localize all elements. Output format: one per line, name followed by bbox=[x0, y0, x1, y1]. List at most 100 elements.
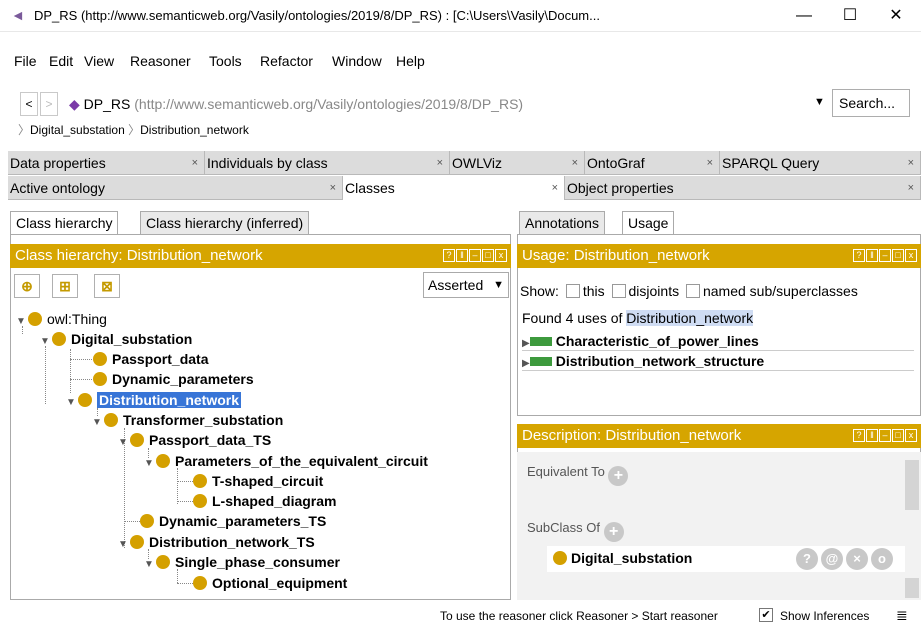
menu-reasoner[interactable]: Reasoner bbox=[130, 53, 191, 69]
expand-triangle-icon[interactable]: ▼ bbox=[118, 434, 130, 452]
class-icon bbox=[78, 393, 92, 407]
tree-node[interactable]: ▼ Passport_data_TS bbox=[118, 431, 271, 449]
tree-node-owl-thing[interactable]: ▼ owl:Thing bbox=[16, 310, 107, 328]
minimize-button[interactable]: — bbox=[781, 0, 827, 32]
tree-node[interactable]: Optional_equipment bbox=[193, 574, 347, 592]
subtab-annotations[interactable]: Annotations bbox=[519, 211, 605, 235]
menu-file[interactable]: File bbox=[14, 53, 37, 69]
subtab-usage[interactable]: Usage bbox=[622, 211, 675, 235]
usage-item[interactable]: ▶ Characteristic_of_power_lines bbox=[522, 331, 914, 351]
back-button[interactable]: < bbox=[20, 92, 38, 116]
breadcrumb-item[interactable]: Distribution_network bbox=[140, 123, 249, 137]
tab-close-icon[interactable]: × bbox=[908, 151, 914, 175]
add-superclass-icon[interactable]: + bbox=[603, 522, 624, 542]
tree-node[interactable]: Dynamic_parameters_TS bbox=[140, 512, 326, 530]
breadcrumb-item[interactable]: Digital_substation bbox=[30, 123, 125, 137]
delete-class-button[interactable]: ⊠ bbox=[94, 274, 120, 298]
maximize-view-icon[interactable]: □ bbox=[892, 429, 904, 442]
close-view-icon[interactable]: x bbox=[905, 249, 917, 262]
tab-owlviz[interactable]: OWLViz × bbox=[450, 151, 585, 175]
expand-triangle-icon[interactable]: ▼ bbox=[144, 556, 156, 574]
menu-tools[interactable]: Tools bbox=[209, 53, 242, 69]
delete-icon[interactable]: × bbox=[846, 548, 868, 570]
tree-node-selected[interactable]: ▼ Distribution_network bbox=[66, 391, 242, 412]
forward-button[interactable]: > bbox=[40, 92, 58, 116]
expand-triangle-icon[interactable]: ▼ bbox=[92, 414, 104, 432]
help-icon[interactable]: ? bbox=[853, 249, 865, 262]
tab-data-properties[interactable]: Data properties × bbox=[8, 151, 205, 175]
class-icon bbox=[130, 535, 144, 549]
expand-triangle-icon[interactable]: ▼ bbox=[118, 536, 130, 554]
menu-edit[interactable]: Edit bbox=[49, 53, 73, 69]
description-scrollbar[interactable] bbox=[905, 460, 919, 510]
subtab-class-hierarchy-inferred[interactable]: Class hierarchy (inferred) bbox=[140, 211, 310, 235]
tab-close-icon[interactable]: × bbox=[707, 151, 713, 175]
tab-close-icon[interactable]: × bbox=[192, 151, 198, 175]
tab-active-ontology[interactable]: Active ontology × bbox=[8, 176, 343, 200]
minimize-view-icon[interactable]: – bbox=[879, 249, 891, 262]
address-dropdown-icon[interactable]: ▼ bbox=[814, 96, 825, 108]
minimize-view-icon[interactable]: – bbox=[469, 249, 481, 262]
maximize-button[interactable]: ☐ bbox=[827, 0, 873, 32]
show-disjoints-checkbox[interactable] bbox=[611, 284, 626, 298]
tab-sparql-query[interactable]: SPARQL Query × bbox=[720, 151, 921, 175]
expand-triangle-icon[interactable]: ▶ bbox=[522, 338, 530, 349]
help-icon[interactable]: ? bbox=[443, 249, 455, 262]
tab-close-icon[interactable]: × bbox=[552, 176, 558, 200]
expand-triangle-icon[interactable]: ▼ bbox=[66, 394, 78, 412]
view-controls: ? ‖ – □ x bbox=[853, 429, 917, 442]
pin-icon[interactable]: ‖ bbox=[866, 249, 878, 262]
class-icon bbox=[130, 433, 144, 447]
tab-object-properties[interactable]: Object properties × bbox=[565, 176, 921, 200]
add-sibling-class-button[interactable]: ⊞ bbox=[52, 274, 78, 298]
tab-close-icon[interactable]: × bbox=[437, 151, 443, 175]
show-named-sub-superclasses-checkbox[interactable] bbox=[685, 284, 700, 298]
tree-node[interactable]: ▼ Parameters_of_the_equivalent_circuit bbox=[144, 452, 428, 470]
tree-node[interactable]: Dynamic_parameters bbox=[93, 370, 254, 388]
close-view-icon[interactable]: x bbox=[905, 429, 917, 442]
annotate-icon[interactable]: @ bbox=[821, 548, 843, 570]
show-inferences-checkbox[interactable]: ✔ bbox=[759, 608, 773, 622]
tree-node[interactable]: ▼ Transformer_substation bbox=[92, 411, 283, 429]
menu-help[interactable]: Help bbox=[396, 53, 425, 69]
tree-node[interactable]: ▼ Distribution_network_TS bbox=[118, 533, 315, 551]
show-this-checkbox[interactable] bbox=[565, 284, 580, 298]
minimize-view-icon[interactable]: – bbox=[879, 429, 891, 442]
subtab-class-hierarchy[interactable]: Class hierarchy bbox=[10, 211, 119, 235]
ontology-address[interactable]: ◆ DP_RS (http://www.semanticweb.org/Vasi… bbox=[63, 92, 813, 116]
tab-classes[interactable]: Classes × bbox=[343, 176, 565, 200]
maximize-view-icon[interactable]: □ bbox=[892, 249, 904, 262]
tab-individuals-by-class[interactable]: Individuals by class × bbox=[205, 151, 450, 175]
expand-triangle-icon[interactable]: ▶ bbox=[522, 358, 530, 369]
expand-triangle-icon[interactable]: ▼ bbox=[16, 313, 28, 331]
pin-icon[interactable]: ‖ bbox=[456, 249, 468, 262]
expand-triangle-icon[interactable]: ▼ bbox=[144, 455, 156, 473]
help-icon[interactable]: ? bbox=[853, 429, 865, 442]
close-window-button[interactable]: ✕ bbox=[873, 0, 919, 32]
menu-refactor[interactable]: Refactor bbox=[260, 53, 313, 69]
expand-triangle-icon[interactable]: ▼ bbox=[40, 333, 52, 351]
search-button[interactable]: Search... bbox=[832, 89, 910, 117]
tree-node[interactable]: T-shaped_circuit bbox=[193, 472, 323, 490]
tab-close-icon[interactable]: × bbox=[908, 176, 914, 200]
usage-item[interactable]: ▶ Distribution_network_structure bbox=[522, 351, 914, 371]
tab-ontograf[interactable]: OntoGraf × bbox=[585, 151, 720, 175]
close-view-icon[interactable]: x bbox=[495, 249, 507, 262]
tree-node[interactable]: ▼ Digital_substation bbox=[40, 330, 192, 348]
maximize-view-icon[interactable]: □ bbox=[482, 249, 494, 262]
menu-window[interactable]: Window bbox=[332, 53, 382, 69]
add-subclass-button[interactable]: ⊕ bbox=[14, 274, 40, 298]
add-equivalent-icon[interactable]: + bbox=[608, 466, 629, 486]
tab-close-icon[interactable]: × bbox=[330, 176, 336, 200]
log-icon[interactable]: ≣ bbox=[896, 607, 908, 624]
hierarchy-mode-select[interactable]: Asserted ▼ bbox=[423, 272, 509, 298]
tree-node[interactable]: Passport_data bbox=[93, 350, 208, 368]
tab-close-icon[interactable]: × bbox=[572, 151, 578, 175]
explain-icon[interactable]: ? bbox=[796, 548, 818, 570]
tree-node[interactable]: ▼ Single_phase_consumer bbox=[144, 553, 340, 571]
description-scrollbar-lower[interactable] bbox=[905, 578, 919, 598]
menu-view[interactable]: View bbox=[84, 53, 114, 69]
pin-icon[interactable]: ‖ bbox=[866, 429, 878, 442]
edit-icon[interactable]: o bbox=[871, 548, 893, 570]
tree-node[interactable]: L-shaped_diagram bbox=[193, 492, 336, 510]
